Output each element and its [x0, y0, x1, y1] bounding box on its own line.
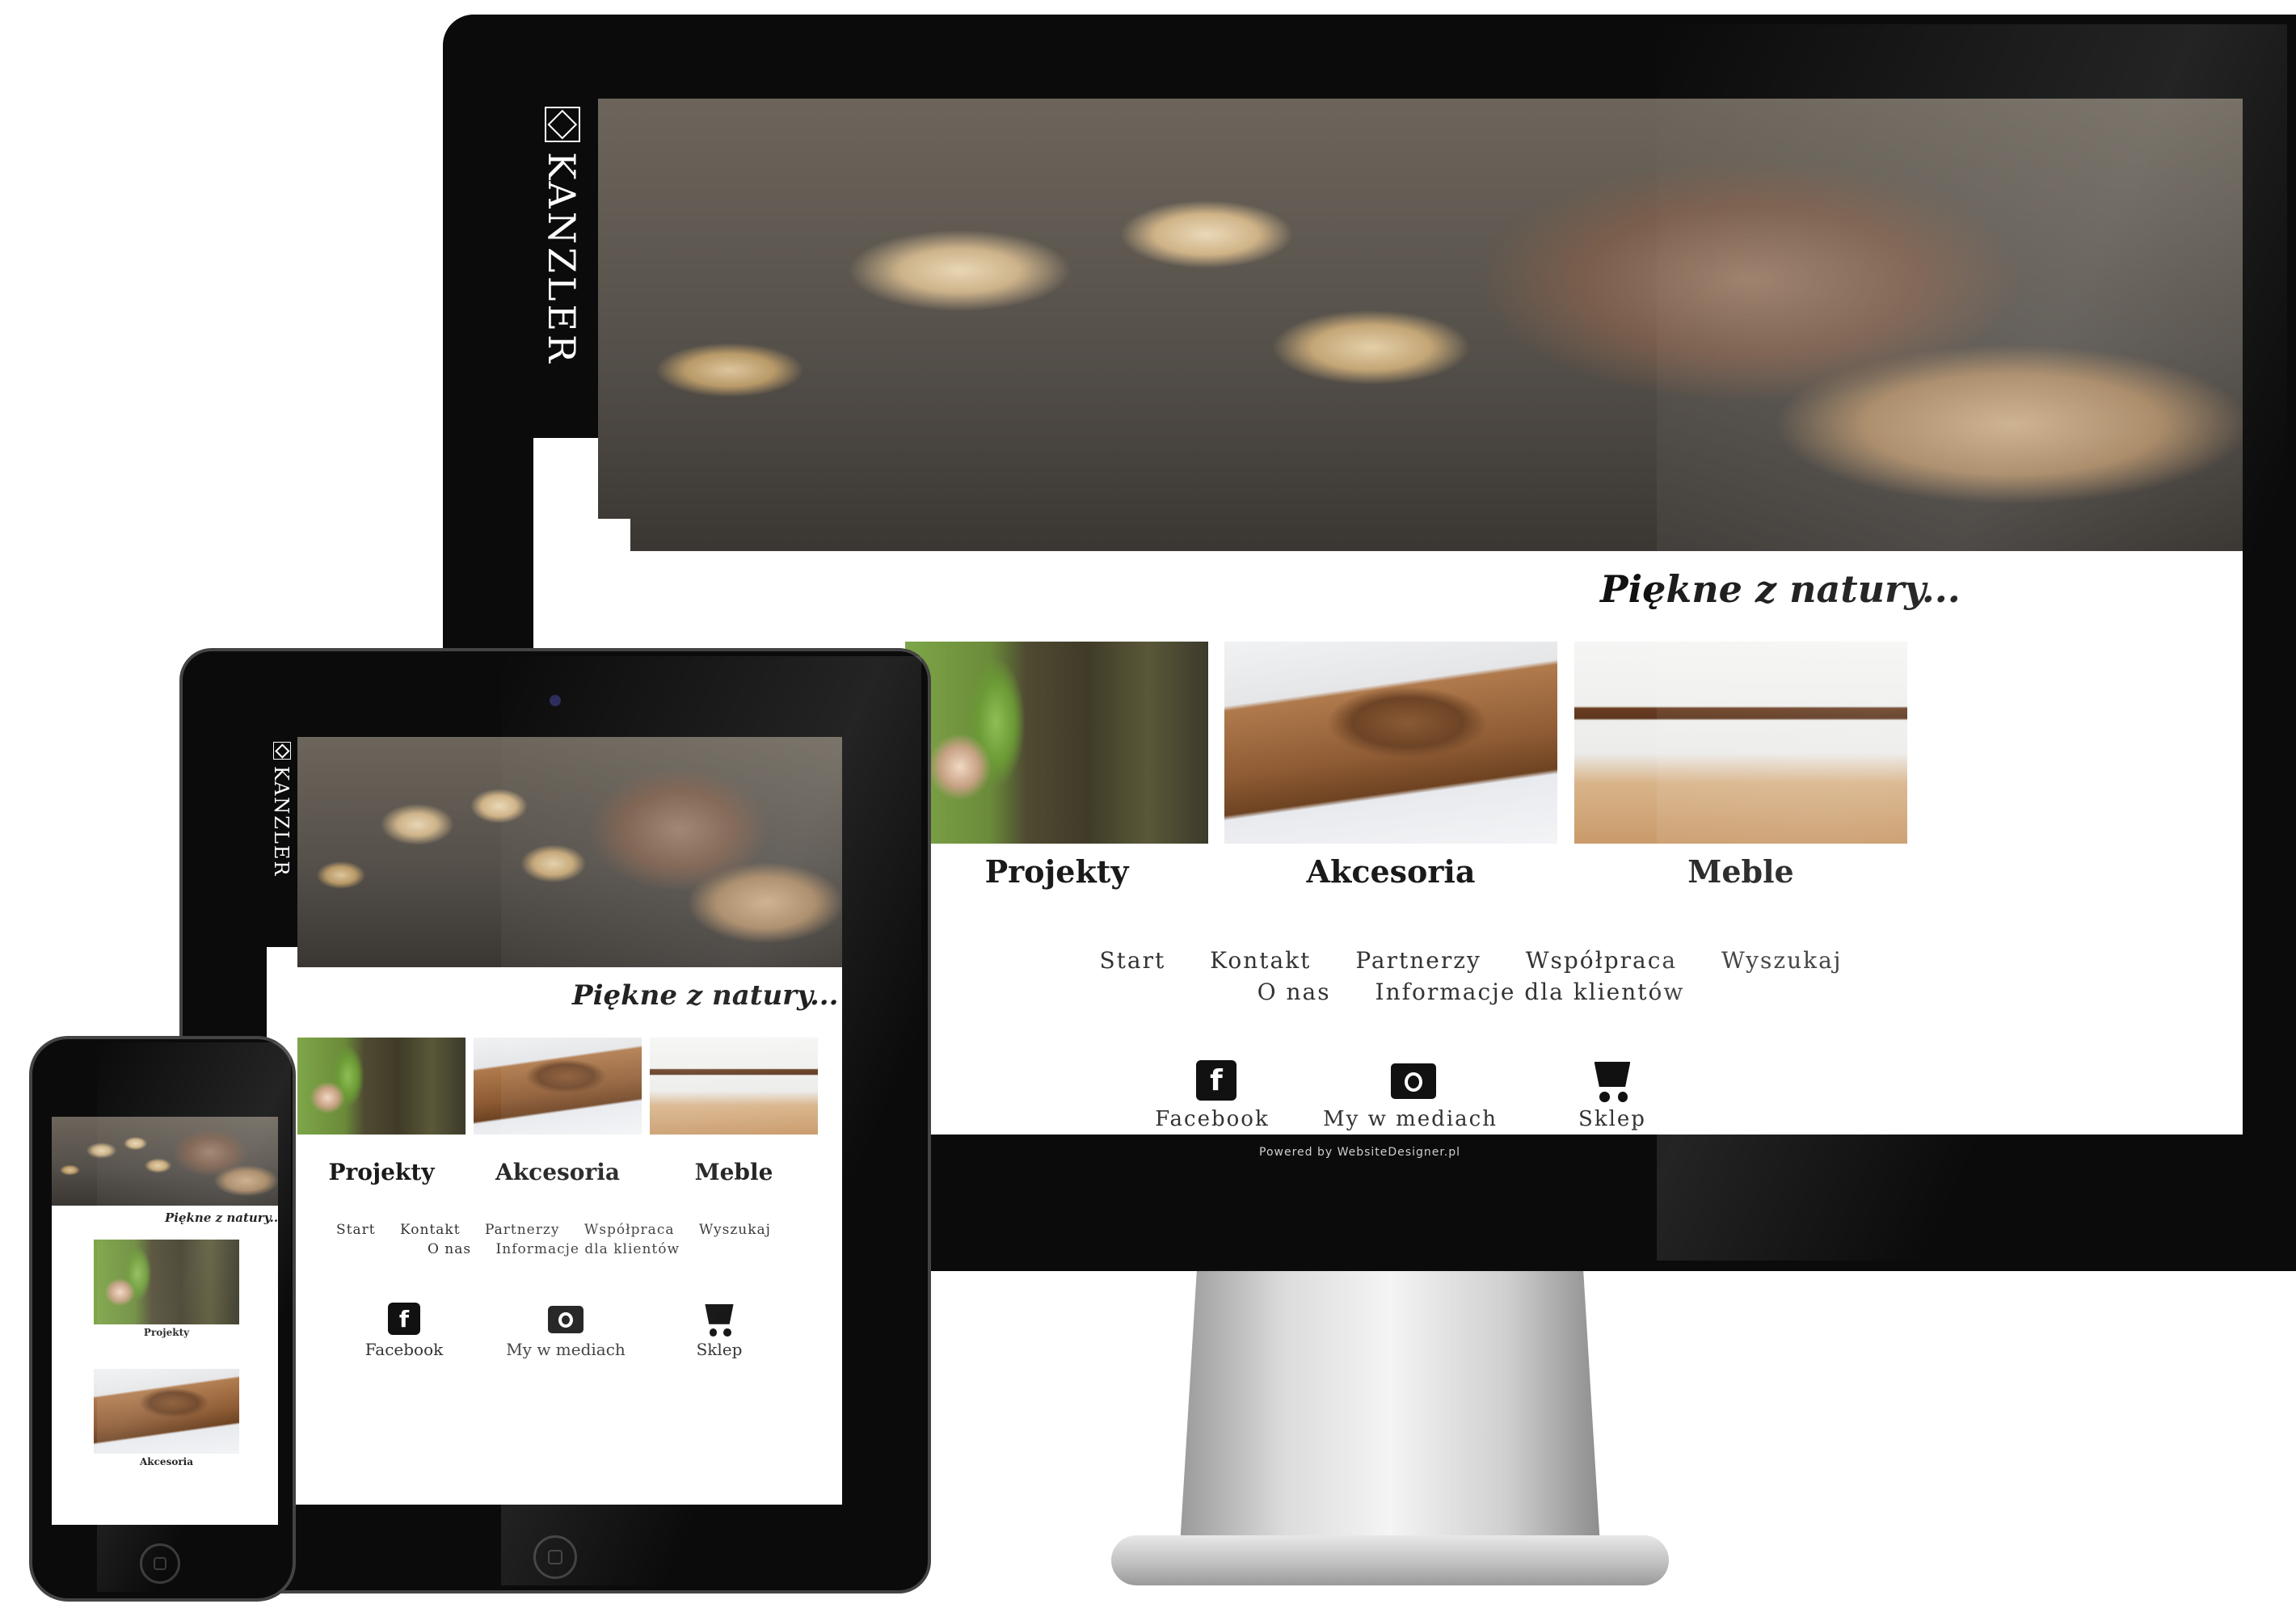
- nav-partnerzy[interactable]: Partnerzy: [1355, 947, 1481, 974]
- social-media[interactable]: My w mediach: [493, 1303, 638, 1367]
- category-label[interactable]: Projekty: [94, 1327, 239, 1338]
- brand-accent-square: [598, 519, 630, 551]
- brand-column: KANZLER: [533, 99, 598, 438]
- facebook-icon[interactable]: [388, 1303, 420, 1335]
- hero-image: [297, 737, 842, 967]
- tablet-screen: KANZLER Piękne z natury... Projekty Akce…: [267, 737, 842, 1505]
- social-facebook[interactable]: Facebook: [339, 1303, 469, 1367]
- nav-wspolpraca[interactable]: Współpraca: [584, 1222, 675, 1238]
- category-tile-projekty[interactable]: Projekty: [905, 642, 1208, 900]
- nav-partnerzy[interactable]: Partnerzy: [485, 1222, 559, 1238]
- camera-icon[interactable]: [1391, 1063, 1436, 1099]
- powered-by[interactable]: Powered by WebsiteDesigner.pl: [1259, 1146, 1460, 1159]
- social-label[interactable]: Sklep: [1548, 1107, 1677, 1131]
- category-tile-meble[interactable]: Meble: [1574, 642, 1907, 900]
- category-label[interactable]: Meble: [1574, 853, 1907, 890]
- tree-child-photo[interactable]: [297, 1038, 466, 1135]
- category-tile-akcesoria[interactable]: Akcesoria: [1224, 642, 1557, 900]
- social-label[interactable]: Sklep: [671, 1340, 768, 1359]
- nav-wspolpraca[interactable]: Współpraca: [1526, 947, 1677, 974]
- nav-o-nas[interactable]: O nas: [1258, 979, 1331, 1005]
- cart-icon[interactable]: [1590, 1062, 1635, 1102]
- nav-wyszukaj[interactable]: Wyszukaj: [1721, 947, 1842, 974]
- tree-child-photo[interactable]: [905, 642, 1208, 844]
- facebook-icon[interactable]: [1196, 1060, 1236, 1101]
- camera-icon[interactable]: [548, 1306, 583, 1333]
- phone-screen: Piękne z natury... Projekty Akcesoria: [52, 1117, 278, 1525]
- nav-kontakt[interactable]: Kontakt: [400, 1222, 461, 1238]
- cart-icon[interactable]: [701, 1304, 737, 1337]
- social-facebook[interactable]: Facebook: [1131, 1060, 1293, 1133]
- social-label[interactable]: My w mediach: [493, 1340, 638, 1359]
- brand-name[interactable]: KANZLER: [540, 152, 583, 366]
- nav-informacje[interactable]: Informacje dla klientów: [496, 1241, 680, 1257]
- category-tile-projekty[interactable]: Projekty: [94, 1240, 239, 1353]
- monitor-base: [1111, 1535, 1669, 1585]
- wooden-accessory-photo[interactable]: [94, 1369, 239, 1454]
- tablet-camera: [550, 695, 561, 706]
- category-tile-meble[interactable]: Meble: [650, 1038, 818, 1199]
- wooden-accessory-photo[interactable]: [474, 1038, 642, 1135]
- monitor-stand: [1180, 1271, 1600, 1546]
- social-sklep[interactable]: Sklep: [671, 1303, 768, 1367]
- nav-start[interactable]: Start: [336, 1222, 376, 1238]
- phone-home-button[interactable]: [140, 1543, 180, 1584]
- social-label[interactable]: My w mediach: [1313, 1107, 1507, 1131]
- tagline: Piękne z natury...: [1600, 567, 1961, 611]
- category-tile-akcesoria[interactable]: Akcesoria: [94, 1369, 239, 1482]
- hero-image: [52, 1117, 278, 1206]
- nav-wyszukaj[interactable]: Wyszukaj: [699, 1222, 771, 1238]
- category-tile-akcesoria[interactable]: Akcesoria: [474, 1038, 642, 1199]
- brand-column: KANZLER: [267, 737, 297, 947]
- dining-table-photo[interactable]: [650, 1038, 818, 1135]
- category-label[interactable]: Akcesoria: [1224, 853, 1557, 890]
- brand-name[interactable]: KANZLER: [270, 766, 293, 878]
- dining-table-photo[interactable]: [1574, 642, 1907, 844]
- social-media[interactable]: My w mediach: [1313, 1060, 1507, 1133]
- category-label[interactable]: Meble: [650, 1159, 818, 1185]
- category-label[interactable]: Akcesoria: [94, 1456, 239, 1467]
- category-tile-projekty[interactable]: Projekty: [297, 1038, 466, 1199]
- tagline: Piękne z natury...: [572, 979, 839, 1012]
- tagline: Piękne z natury...: [165, 1210, 278, 1225]
- wooden-accessory-photo[interactable]: [1224, 642, 1557, 844]
- tablet-home-button[interactable]: [533, 1535, 577, 1579]
- main-nav: Start Kontakt Partnerzy Współpraca Wyszu…: [299, 1222, 808, 1257]
- category-label[interactable]: Projekty: [297, 1159, 466, 1185]
- tree-child-photo[interactable]: [94, 1240, 239, 1324]
- social-label[interactable]: Facebook: [1131, 1107, 1293, 1131]
- social-label[interactable]: Facebook: [339, 1340, 469, 1359]
- nav-kontakt[interactable]: Kontakt: [1210, 947, 1311, 974]
- nav-o-nas[interactable]: O nas: [428, 1241, 471, 1257]
- category-label[interactable]: Projekty: [905, 853, 1208, 890]
- social-sklep[interactable]: Sklep: [1548, 1060, 1677, 1133]
- brand-logo-icon[interactable]: [545, 107, 580, 142]
- category-label[interactable]: Akcesoria: [474, 1159, 642, 1185]
- hero-image: [598, 99, 2243, 551]
- nav-informacje[interactable]: Informacje dla klientów: [1375, 979, 1685, 1005]
- brand-logo-icon[interactable]: [273, 742, 291, 760]
- nav-start[interactable]: Start: [1100, 947, 1166, 974]
- main-nav: Start Kontakt Partnerzy Współpraca Wyszu…: [986, 947, 1956, 1005]
